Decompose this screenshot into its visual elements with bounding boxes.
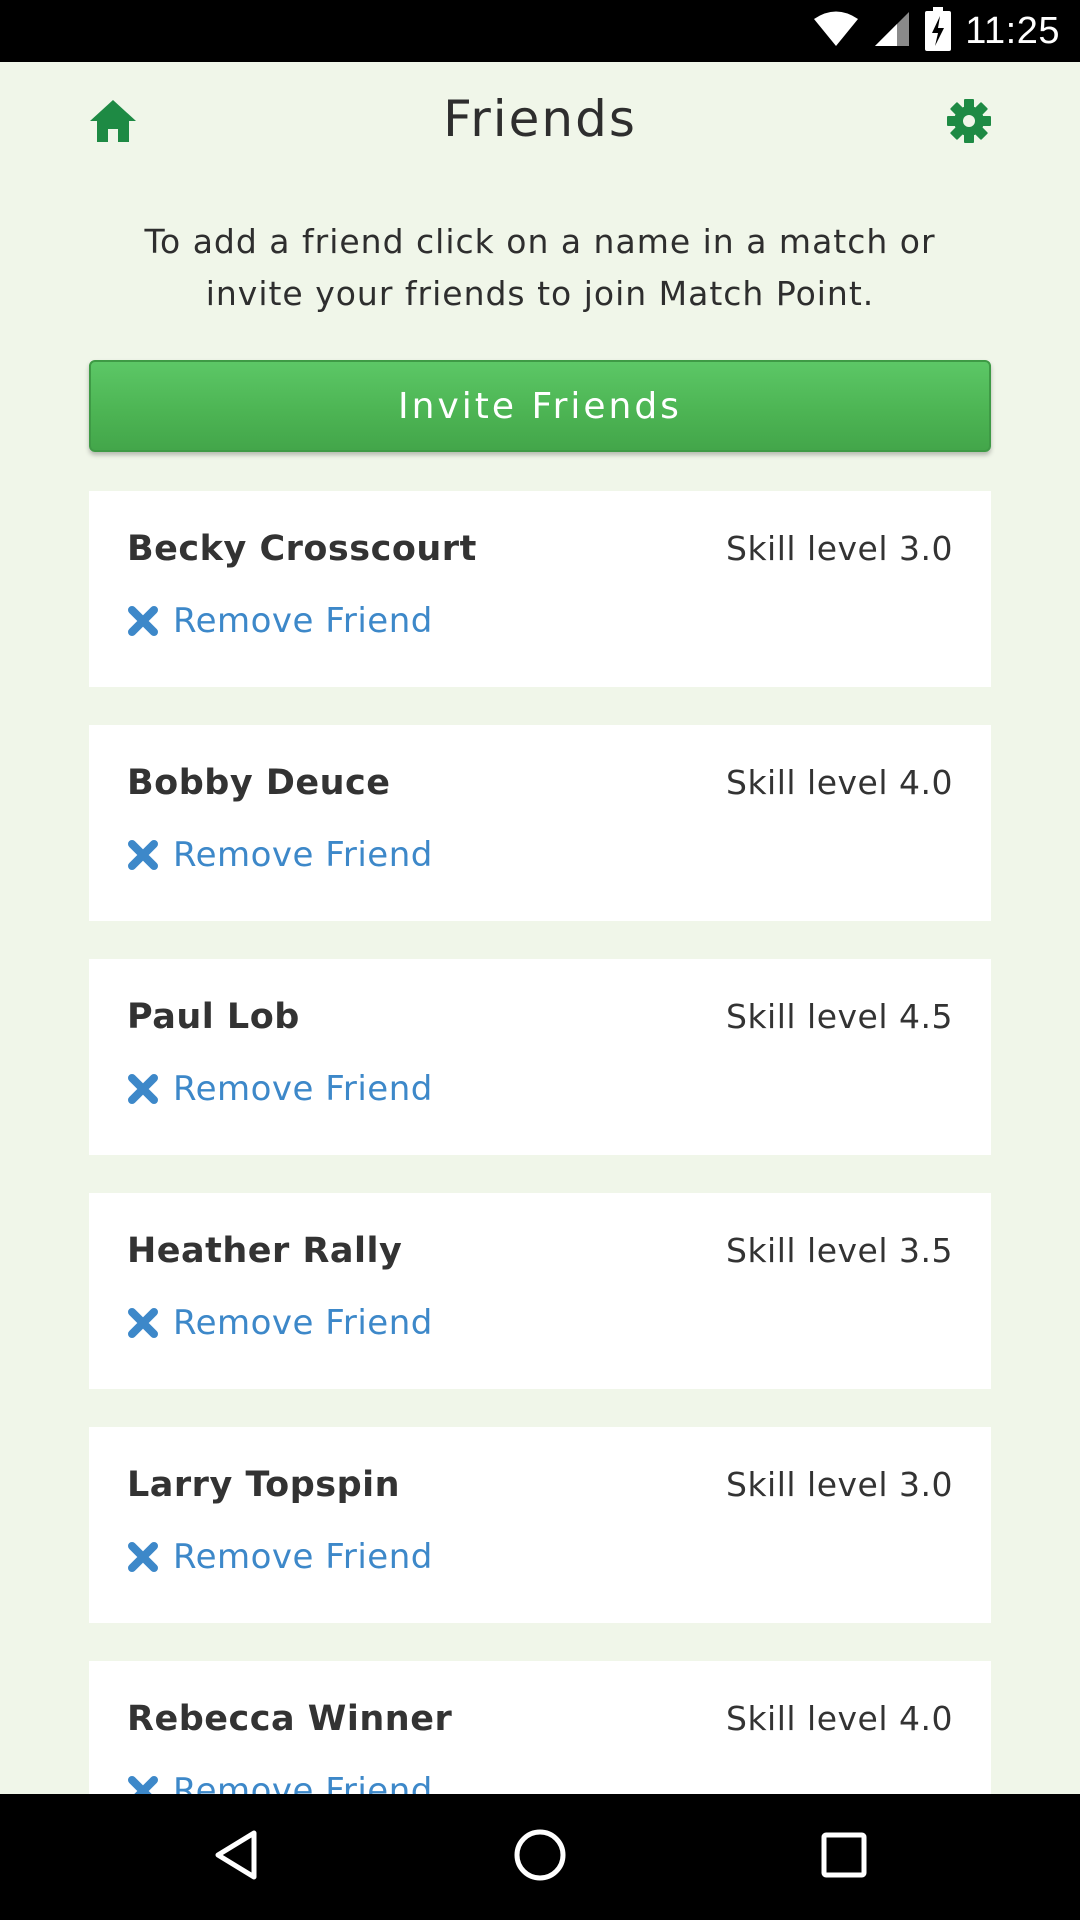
skill-level: Skill level 4.5: [726, 997, 953, 1036]
remove-friend-button[interactable]: Remove Friend: [127, 1069, 433, 1109]
friend-card: Bobby Deuce Skill level 4.0 Remove Friend: [89, 725, 991, 921]
wifi-icon: [813, 10, 859, 52]
page-title: Friends: [443, 90, 637, 148]
friend-name[interactable]: Rebecca Winner: [127, 1699, 452, 1739]
app-header: Friends: [0, 62, 1080, 186]
remove-friend-label: Remove Friend: [173, 1537, 433, 1577]
close-icon: [127, 839, 159, 871]
back-button[interactable]: [204, 1825, 268, 1889]
friend-card: Becky Crosscourt Skill level 3.0 Remove Fr…: [89, 491, 991, 687]
skill-level: Skill level 4.0: [726, 763, 953, 802]
gear-icon: [946, 98, 992, 148]
recents-button[interactable]: [812, 1825, 876, 1889]
skill-level: Skill level 4.0: [726, 1699, 953, 1738]
home-nav-button[interactable]: [508, 1825, 572, 1889]
instructions-text: To add a friend click on a name in a mat…: [144, 222, 936, 313]
skill-level: Skill level 3.0: [726, 1465, 953, 1504]
friend-name[interactable]: Heather Rally: [127, 1231, 402, 1271]
close-icon: [127, 1307, 159, 1339]
remove-friend-label: Remove Friend: [173, 1303, 433, 1343]
remove-friend-label: Remove Friend: [173, 601, 433, 641]
close-icon: [127, 1073, 159, 1105]
navigation-bar: [0, 1794, 1080, 1920]
back-icon: [212, 1829, 260, 1885]
remove-friend-button[interactable]: Remove Friend: [127, 835, 433, 875]
friend-name[interactable]: Paul Lob: [127, 997, 300, 1037]
home-circle-icon: [513, 1828, 567, 1886]
friend-card: Larry Topspin Skill level 3.0 Remove Frien…: [89, 1427, 991, 1623]
friend-name[interactable]: Larry Topspin: [127, 1465, 400, 1505]
signal-icon: [873, 10, 911, 52]
close-icon: [127, 1541, 159, 1573]
friend-name[interactable]: Becky Crosscourt: [127, 529, 477, 569]
settings-button[interactable]: [942, 96, 996, 150]
remove-friend-button[interactable]: Remove Friend: [127, 1303, 433, 1343]
status-icons: 11:25: [813, 0, 1060, 62]
close-icon: [127, 605, 159, 637]
remove-friend-button[interactable]: Remove Friend: [127, 601, 433, 641]
invite-friends-button[interactable]: Invite Friends: [89, 360, 991, 452]
friend-name[interactable]: Bobby Deuce: [127, 763, 391, 803]
remove-friend-label: Remove Friend: [173, 835, 433, 875]
friend-card: Paul Lob Skill level 4.5 Remove Friend: [89, 959, 991, 1155]
recents-icon: [820, 1831, 868, 1883]
remove-friend-label: Remove Friend: [173, 1069, 433, 1109]
status-bar: 11:25: [0, 0, 1080, 62]
friends-list: Becky Crosscourt Skill level 3.0 Remove Fr…: [89, 491, 991, 1895]
remove-friend-button[interactable]: Remove Friend: [127, 1537, 433, 1577]
status-time: 11:25: [965, 9, 1060, 52]
skill-level: Skill level 3.5: [726, 1231, 953, 1270]
friend-card: Heather Rally Skill level 3.5 Remove Frien…: [89, 1193, 991, 1389]
battery-charging-icon: [925, 7, 952, 55]
skill-level: Skill level 3.0: [726, 529, 953, 568]
screen: 11:25 Friends To add a friend click on a…: [0, 0, 1080, 1920]
